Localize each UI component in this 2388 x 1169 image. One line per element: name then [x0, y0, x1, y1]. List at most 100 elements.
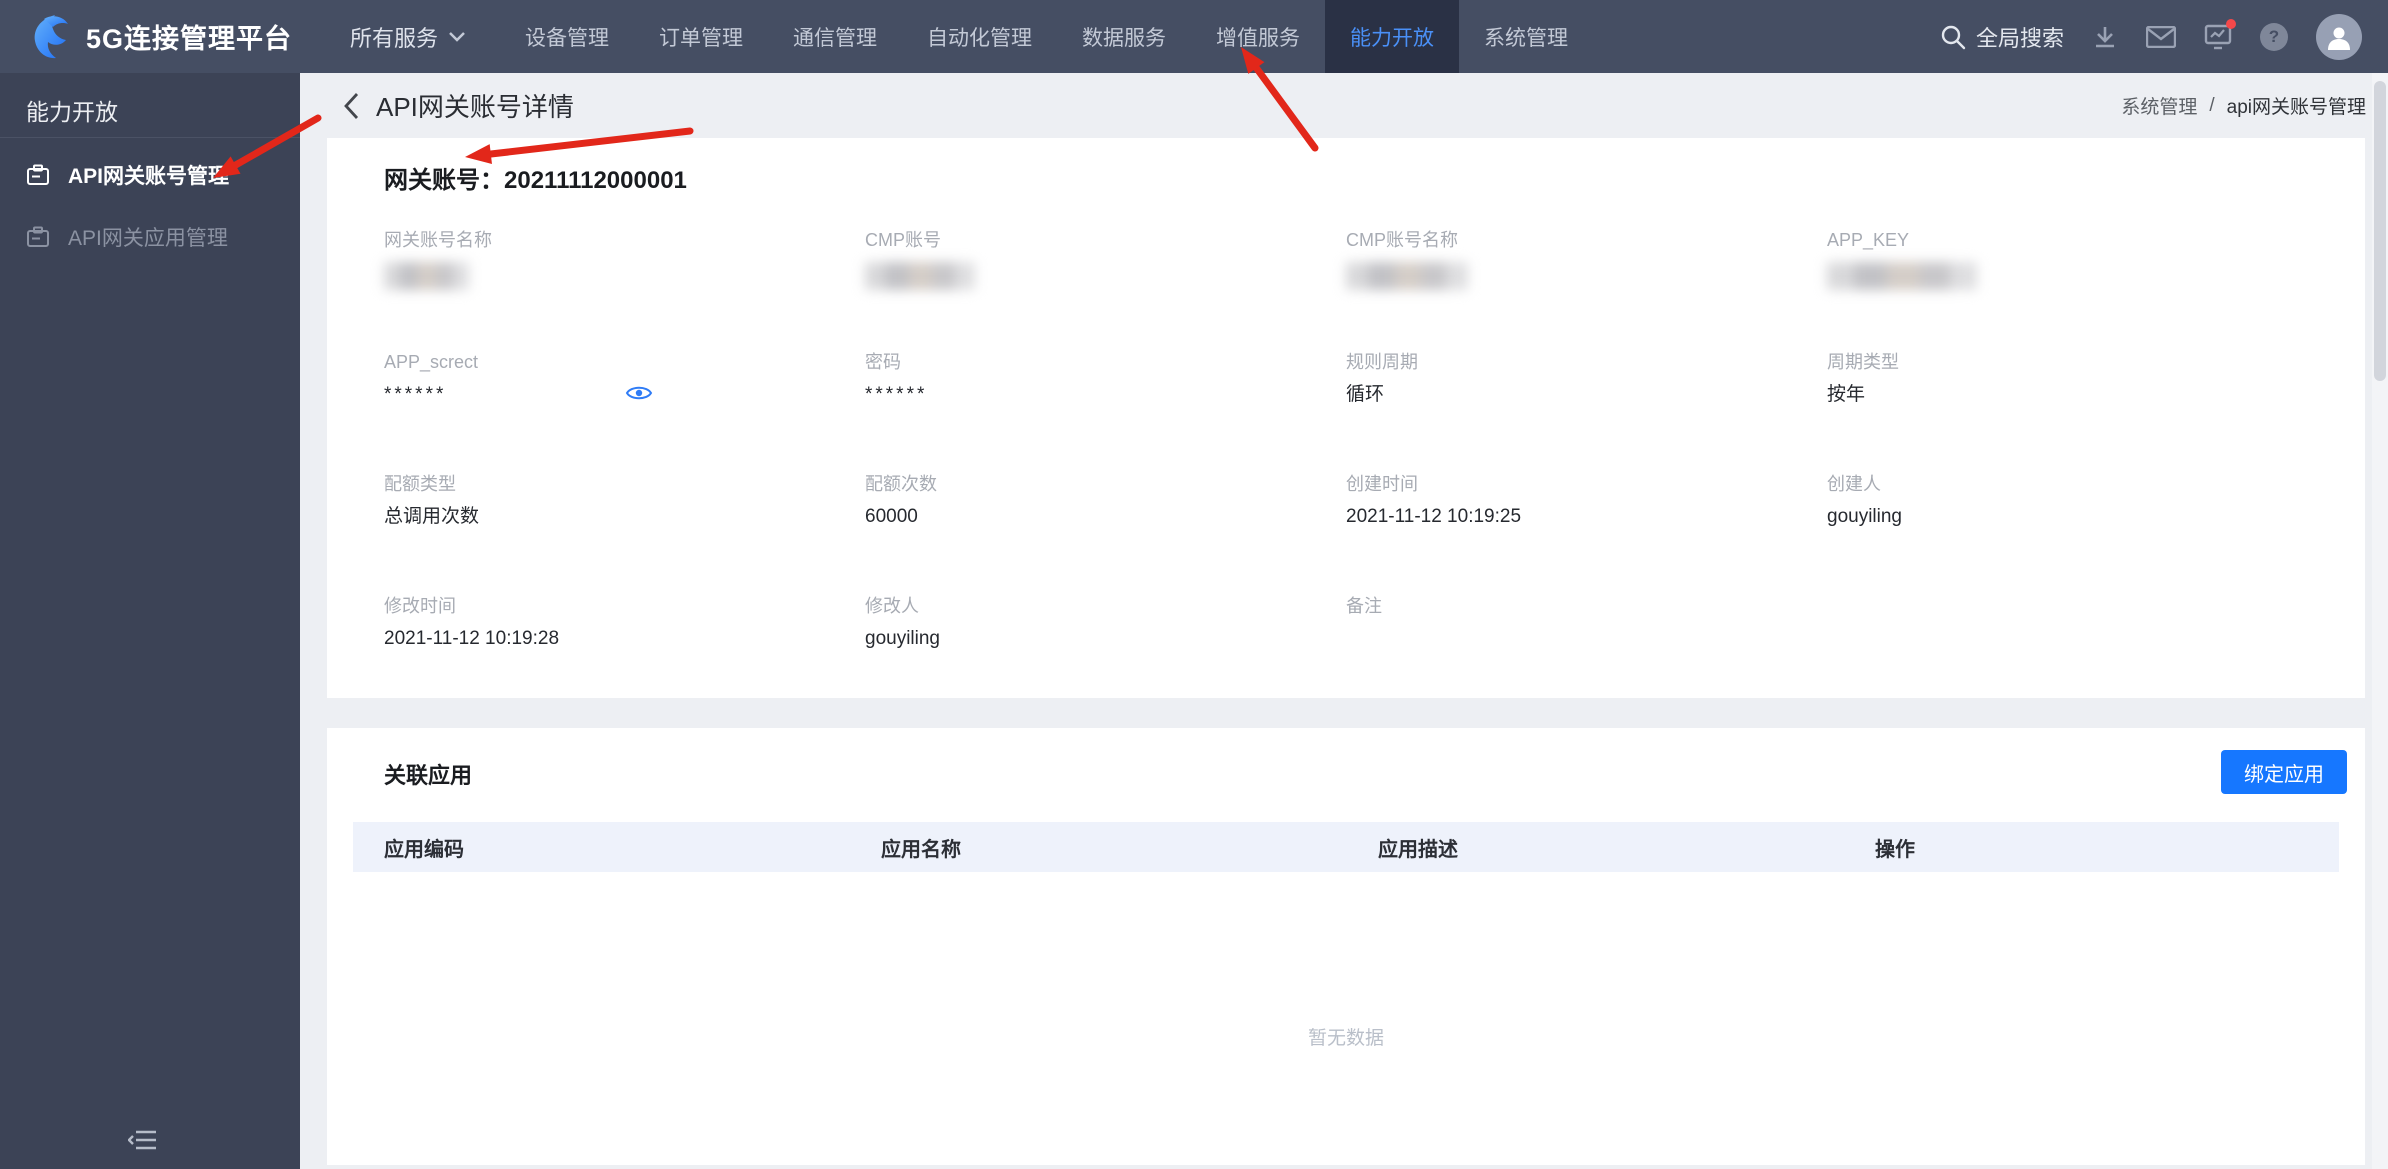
field-label: 密码: [865, 352, 901, 372]
field-value: gouyiling: [1827, 506, 1902, 527]
column-header-应用描述: 应用描述: [1378, 838, 1458, 861]
top-navbar: 5G连接管理平台 所有服务 设备管理 订单管理 通信管理 自动化管理 数据服务 增值服务能…: [0, 0, 2388, 73]
field-配额次数: 配额次数 60000: [865, 472, 1346, 594]
sidebar-title: 能力开放: [26, 99, 118, 125]
page-header: API网关账号详情 系统管理 / api网关账号管理: [300, 73, 2388, 138]
apps-table-header: 应用编码 应用名称 应用描述 操作: [353, 822, 2339, 872]
help-icon[interactable]: ?: [2260, 22, 2288, 51]
back-icon[interactable]: [342, 91, 360, 121]
related-apps-title: 关联应用: [384, 763, 473, 788]
field-label: 网关账号名称: [384, 230, 492, 250]
redacted-value: [1346, 262, 1468, 290]
field-周期类型: 周期类型 按年: [1827, 350, 2308, 472]
field-备注: 备注: [1346, 594, 1827, 716]
related-apps-card: 关联应用 绑定应用 应用编码 应用名称 应用描述 操作 暂无数据: [327, 728, 2365, 1165]
field-label: 备注: [1346, 596, 1382, 616]
field-label: APP_KEY: [1827, 230, 1910, 250]
gateway-account-detail-card: 网关账号：20211112000001 网关账号名称 CMP账号 CMP账号名称 AP…: [327, 138, 2365, 698]
nav-menu: 设备管理 订单管理 通信管理 自动化管理 数据服务 增值服务 能力开放 系统管理: [500, 0, 1593, 73]
sidebar-divider: [0, 137, 300, 138]
field-value: 2021-11-12 10:19:28: [384, 628, 560, 649]
column-header-应用编码: 应用编码: [384, 838, 464, 861]
field-value: 按年: [1827, 384, 1866, 405]
scrollbar-thumb[interactable]: [2374, 81, 2386, 381]
avatar[interactable]: [2316, 13, 2362, 60]
empty-data-text: 暂无数据: [1307, 1028, 1384, 1049]
field-value: 2021-11-12 10:19:25: [1346, 506, 1522, 527]
field-label: 配额类型: [384, 474, 456, 494]
eye-icon[interactable]: [625, 382, 653, 404]
field-value: 60000: [865, 506, 918, 527]
sidebar-menu: API网关账号管理 API网关应用管理: [0, 144, 300, 268]
gateway-account-title: 网关账号：20211112000001: [384, 160, 687, 195]
chevron-down-icon: [449, 31, 465, 42]
search-icon: [1941, 25, 1966, 49]
clipboard-icon: [26, 226, 50, 248]
notification-dot: [2226, 18, 2236, 29]
nav-item-增值服务[interactable]: 增值服务: [1191, 0, 1325, 73]
field-label: CMP账号: [865, 230, 941, 250]
sidebar-collapse-icon[interactable]: [127, 1128, 160, 1157]
column-header-应用名称: 应用名称: [881, 838, 961, 861]
field-配额类型: 配额类型 总调用次数: [384, 472, 865, 594]
sidebar-item-label: API网关应用管理: [68, 227, 228, 250]
field-APP_KEY: APP_KEY: [1827, 228, 2308, 350]
field-label: 规则周期: [1346, 352, 1418, 372]
bind-app-button[interactable]: 绑定应用: [2221, 750, 2347, 794]
nav-item-自动化管理[interactable]: 自动化管理: [902, 0, 1057, 73]
field-label: CMP账号名称: [1346, 230, 1458, 250]
field-label: 修改时间: [384, 596, 456, 616]
detail-fields-grid: 网关账号名称 CMP账号 CMP账号名称 APP_KEY APP_screct *****…: [384, 228, 2308, 716]
column-header-操作: 操作: [1875, 838, 1915, 861]
scrollbar-track[interactable]: [2372, 73, 2388, 1169]
redacted-value: [1827, 262, 1977, 290]
global-search-label: 全局搜索: [1975, 25, 2064, 51]
nav-item-订单管理[interactable]: 订单管理: [634, 0, 768, 73]
field-value: gouyiling: [865, 628, 940, 649]
field-创建人: 创建人 gouyiling: [1827, 472, 2308, 594]
global-search[interactable]: 全局搜索: [1940, 21, 2064, 53]
nav-all-services[interactable]: 所有服务: [350, 21, 466, 53]
nav-all-services-label: 所有服务: [350, 25, 439, 51]
brand-title: 5G连接管理平台: [86, 24, 293, 54]
nav-right-tools: 全局搜索 ?: [1940, 13, 2362, 60]
field-label: APP_screct: [384, 352, 479, 372]
field-label: 修改人: [865, 596, 919, 616]
sidebar-item-API网关账号管理[interactable]: API网关账号管理: [0, 144, 300, 206]
breadcrumb-parent[interactable]: 系统管理: [2121, 92, 2197, 119]
field-规则周期: 规则周期 循环: [1346, 350, 1827, 472]
redacted-value: [384, 262, 469, 290]
breadcrumb-separator: /: [2209, 94, 2215, 116]
monitor-icon[interactable]: [2204, 18, 2236, 50]
field-value: 循环: [1346, 384, 1385, 405]
breadcrumb: 系统管理 / api网关账号管理: [2121, 92, 2366, 119]
field-修改时间: 修改时间 2021-11-12 10:19:28: [384, 594, 865, 716]
gateway-account-number: 20211112000001: [504, 167, 687, 194]
field-CMP账号: CMP账号: [865, 228, 1346, 350]
field-APP_screct: APP_screct ******: [384, 350, 865, 472]
sidebar-item-API网关应用管理[interactable]: API网关应用管理: [0, 206, 300, 268]
nav-item-数据服务[interactable]: 数据服务: [1057, 0, 1191, 73]
nav-item-系统管理[interactable]: 系统管理: [1459, 0, 1593, 73]
field-label: 创建时间: [1346, 474, 1418, 494]
mail-icon[interactable]: [2146, 25, 2176, 48]
brand-logo-icon: [34, 14, 68, 58]
field-label: 周期类型: [1827, 352, 1899, 372]
breadcrumb-current: api网关账号管理: [2226, 97, 2366, 118]
field-value: 总调用次数: [384, 506, 480, 527]
nav-item-通信管理[interactable]: 通信管理: [768, 0, 902, 73]
sidebar: 能力开放 API网关账号管理 API网关应用管理: [0, 73, 300, 1169]
nav-item-能力开放[interactable]: 能力开放: [1325, 0, 1460, 73]
nav-item-设备管理[interactable]: 设备管理: [500, 0, 634, 73]
field-密码: 密码 ******: [865, 350, 1346, 472]
page-title: API网关账号详情: [376, 92, 574, 122]
redacted-value: [865, 262, 975, 290]
gateway-account-title-label: 网关账号：: [384, 167, 504, 194]
clipboard-icon: [26, 164, 50, 186]
field-修改人: 修改人 gouyiling: [865, 594, 1346, 716]
download-icon[interactable]: [2092, 24, 2118, 50]
field-网关账号名称: 网关账号名称: [384, 228, 865, 350]
field-CMP账号名称: CMP账号名称: [1346, 228, 1827, 350]
field-label: 创建人: [1827, 474, 1881, 494]
sidebar-item-label: API网关账号管理: [68, 165, 230, 188]
